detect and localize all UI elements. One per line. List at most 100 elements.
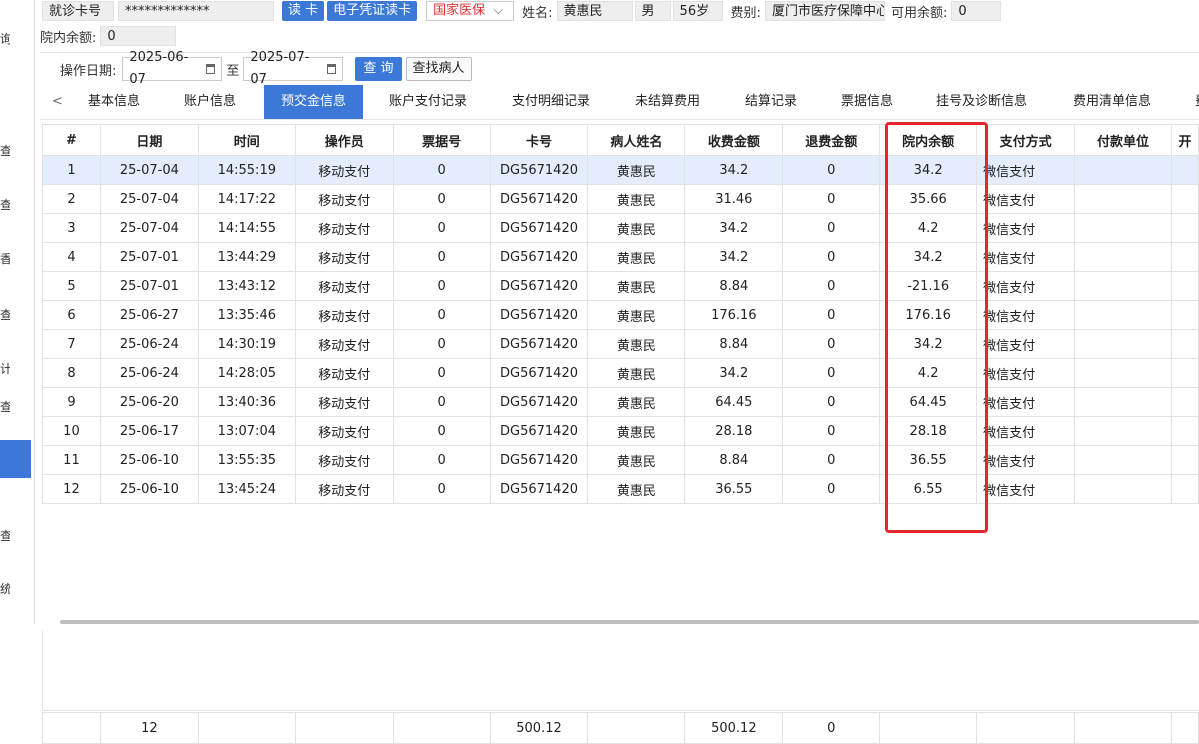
table-row[interactable]: 8 25-06-24 14:28:05 移动支付 0 DG5671420 黄惠民 34.2 0 4… xyxy=(42,358,1199,388)
table-row[interactable]: 1 25-07-04 14:55:19 移动支付 0 DG5671420 黄惠民 34.2 0 3… xyxy=(42,155,1199,185)
footer-cell: 500.12 xyxy=(489,712,589,744)
tab-account-payment-records[interactable]: 账户支付记录 xyxy=(389,85,467,119)
table-cell: 移动支付 xyxy=(294,416,394,446)
e-voucher-read-button[interactable]: 电子凭证读卡 xyxy=(327,1,418,21)
column-header[interactable]: 付款单位 xyxy=(1074,124,1172,156)
table-cell: 25-07-01 xyxy=(99,242,199,272)
table-cell: 14:14:55 xyxy=(197,213,296,243)
table-cell: 0 xyxy=(392,271,491,301)
table-row[interactable]: 5 25-07-01 13:43:12 移动支付 0 DG5671420 黄惠民 8.84 0-… xyxy=(42,271,1199,301)
table-cell: 34.2 xyxy=(684,242,784,272)
calendar-icon[interactable] xyxy=(327,64,337,74)
table-cell: 黄惠民 xyxy=(587,271,686,301)
tab-basic-info[interactable]: 基本信息 xyxy=(88,85,140,119)
footer-cell: 12 xyxy=(99,712,199,744)
table-cell: 64.45 xyxy=(684,387,784,417)
table-cell: DG5671420 xyxy=(489,242,589,272)
table-cell: 移动支付 xyxy=(294,358,394,388)
table-row[interactable]: 3 25-07-04 14:14:55 移动支付 0 DG5671420 黄惠民 34.2 0 4… xyxy=(42,213,1199,243)
sidebar-item-label[interactable]: 查 xyxy=(0,398,10,415)
sidebar-item-label[interactable]: 查 xyxy=(0,527,10,544)
insurance-select-value: 国家医保 xyxy=(433,3,486,18)
table-cell: 0 xyxy=(392,242,491,272)
table-row[interactable]: 12 25-06-10 13:45:24 移动支付 0 DG5671420 黄惠民 36.55… xyxy=(42,474,1199,504)
table-cell: 8.84 xyxy=(684,329,784,359)
tab-prepaid-info[interactable]: 预交金信息 xyxy=(264,85,363,119)
table-row[interactable]: 9 25-06-20 13:40:36 移动支付 0 DG5671420 黄惠民 64.45 0… xyxy=(42,387,1199,417)
column-header[interactable]: 收费金额 xyxy=(684,124,784,156)
date-from-input[interactable]: 2025-06-07 xyxy=(122,50,223,87)
column-header[interactable]: 时间 xyxy=(197,124,296,156)
column-header[interactable]: 开 xyxy=(1170,124,1199,156)
column-header[interactable]: 票据号 xyxy=(392,124,491,156)
tab-payment-detail-records[interactable]: 支付明细记录 xyxy=(512,85,590,119)
table-cell: 黄惠民 xyxy=(587,155,686,185)
table-cell xyxy=(1170,416,1199,446)
tab-fee-list[interactable]: 费用清单信息 xyxy=(1073,85,1151,119)
tab-scroll-left-icon[interactable]: < xyxy=(52,85,63,119)
table-cell xyxy=(1074,329,1172,359)
tab-more[interactable]: 费 xyxy=(1195,85,1199,119)
prepaid-records-table: # 日期 时间 操作员 票据号 卡号 病人姓名 收费金额 退费金额 院内余额 支付方式 付款单位开 1… xyxy=(42,124,1199,504)
tab-receipt-info[interactable]: 票据信息 xyxy=(841,85,893,119)
fee-type-label: 费别: xyxy=(730,5,761,21)
tab-settlement-records[interactable]: 结算记录 xyxy=(745,85,797,119)
column-header[interactable]: 卡号 xyxy=(489,124,589,156)
tab-account-info[interactable]: 账户信息 xyxy=(184,85,236,119)
table-cell xyxy=(1074,300,1172,330)
card-label: 就诊卡号 xyxy=(42,1,114,21)
table-row[interactable]: 6 25-06-27 13:35:46 移动支付 0 DG5671420 黄惠民 176.16… xyxy=(42,300,1199,330)
card-number-field[interactable]: ************* xyxy=(118,1,274,21)
column-header[interactable]: 操作员 xyxy=(294,124,394,156)
sidebar-item-label[interactable]: 查 xyxy=(0,142,10,159)
patient-info-bar: 就诊卡号 ************* 读 卡 电子凭证读卡 国家医保 ⌵ 姓名:… xyxy=(40,0,1199,22)
op-date-label: 操作日期: xyxy=(60,63,117,79)
insurance-select[interactable]: 国家医保 ⌵ xyxy=(426,1,515,21)
table-row[interactable]: 10 25-06-17 13:07:04 移动支付 0 DG5671420 黄惠民 28.18… xyxy=(42,416,1199,446)
horizontal-scrollbar[interactable] xyxy=(60,620,1199,624)
tab-unsettled-fees[interactable]: 未结算费用 xyxy=(635,85,700,119)
table-empty-area xyxy=(42,631,1199,711)
date-to-input[interactable]: 2025-07-07 xyxy=(243,50,344,87)
sidebar-item-label[interactable]: 查 xyxy=(0,196,10,213)
table-header-row: # 日期 时间 操作员 票据号 卡号 病人姓名 收费金额 退费金额 院内余额 支付方式 付款单位开 xyxy=(42,124,1199,156)
table-cell: DG5671420 xyxy=(489,271,589,301)
table-row[interactable]: 2 25-07-04 14:17:22 移动支付 0 DG5671420 黄惠民 31.46 0… xyxy=(42,184,1199,214)
table-cell: DG5671420 xyxy=(489,358,589,388)
column-header[interactable]: # xyxy=(42,124,101,156)
sidebar-item-label[interactable]: 计 xyxy=(0,360,10,377)
sidebar-item-label[interactable]: 统 xyxy=(0,580,10,597)
sidebar-item-label[interactable]: 查 xyxy=(0,306,10,323)
column-header[interactable]: 支付方式 xyxy=(976,124,1076,156)
prepaid-table: # 日期 时间 操作员 票据号 卡号 病人姓名 收费金额 退费金额 院内余额 支付方式 付款单位开 1… xyxy=(42,124,1199,744)
sidebar-item-label[interactable]: 香 xyxy=(0,250,10,267)
table-cell: 14:17:22 xyxy=(197,184,296,214)
read-card-button[interactable]: 读 卡 xyxy=(282,1,325,21)
column-header[interactable]: 退费金额 xyxy=(782,124,881,156)
sidebar-item-label[interactable]: 询 xyxy=(0,30,10,47)
table-cell xyxy=(1170,155,1199,185)
column-header[interactable]: 日期 xyxy=(99,124,199,156)
table-cell: 0 xyxy=(392,474,491,504)
column-header[interactable]: 院内余额 xyxy=(879,124,978,156)
table-row[interactable]: 4 25-07-01 13:44:29 移动支付 0 DG5671420 黄惠民 34.2 0 3… xyxy=(42,242,1199,272)
query-button[interactable]: 查 询 xyxy=(355,57,402,81)
table-cell: 35.66 xyxy=(879,184,978,214)
tab-registration-diagnosis[interactable]: 挂号及诊断信息 xyxy=(936,85,1027,119)
sidebar-active-item[interactable] xyxy=(0,440,31,478)
table-cell: 黄惠民 xyxy=(587,416,686,446)
table-cell: DG5671420 xyxy=(489,474,589,504)
table-cell: 13:45:24 xyxy=(197,474,296,504)
column-header[interactable]: 病人姓名 xyxy=(587,124,686,156)
table-cell: 34.2 xyxy=(879,242,978,272)
divider xyxy=(40,52,1199,53)
calendar-icon[interactable] xyxy=(206,64,216,74)
chevron-down-icon: ⌵ xyxy=(493,3,504,18)
table-cell: 31.46 xyxy=(684,184,784,214)
table-row[interactable]: 11 25-06-10 13:55:35 移动支付 0 DG5671420 黄惠民 8.84 0… xyxy=(42,445,1199,475)
table-cell: 黄惠民 xyxy=(587,242,686,272)
find-patient-button[interactable]: 查找病人 xyxy=(405,57,472,81)
table-row[interactable]: 7 25-06-24 14:30:19 移动支付 0 DG5671420 黄惠民 8.84 0 3… xyxy=(42,329,1199,359)
to-label: 至 xyxy=(226,63,240,79)
hospital-balance-label: 院内余额: xyxy=(40,30,97,46)
